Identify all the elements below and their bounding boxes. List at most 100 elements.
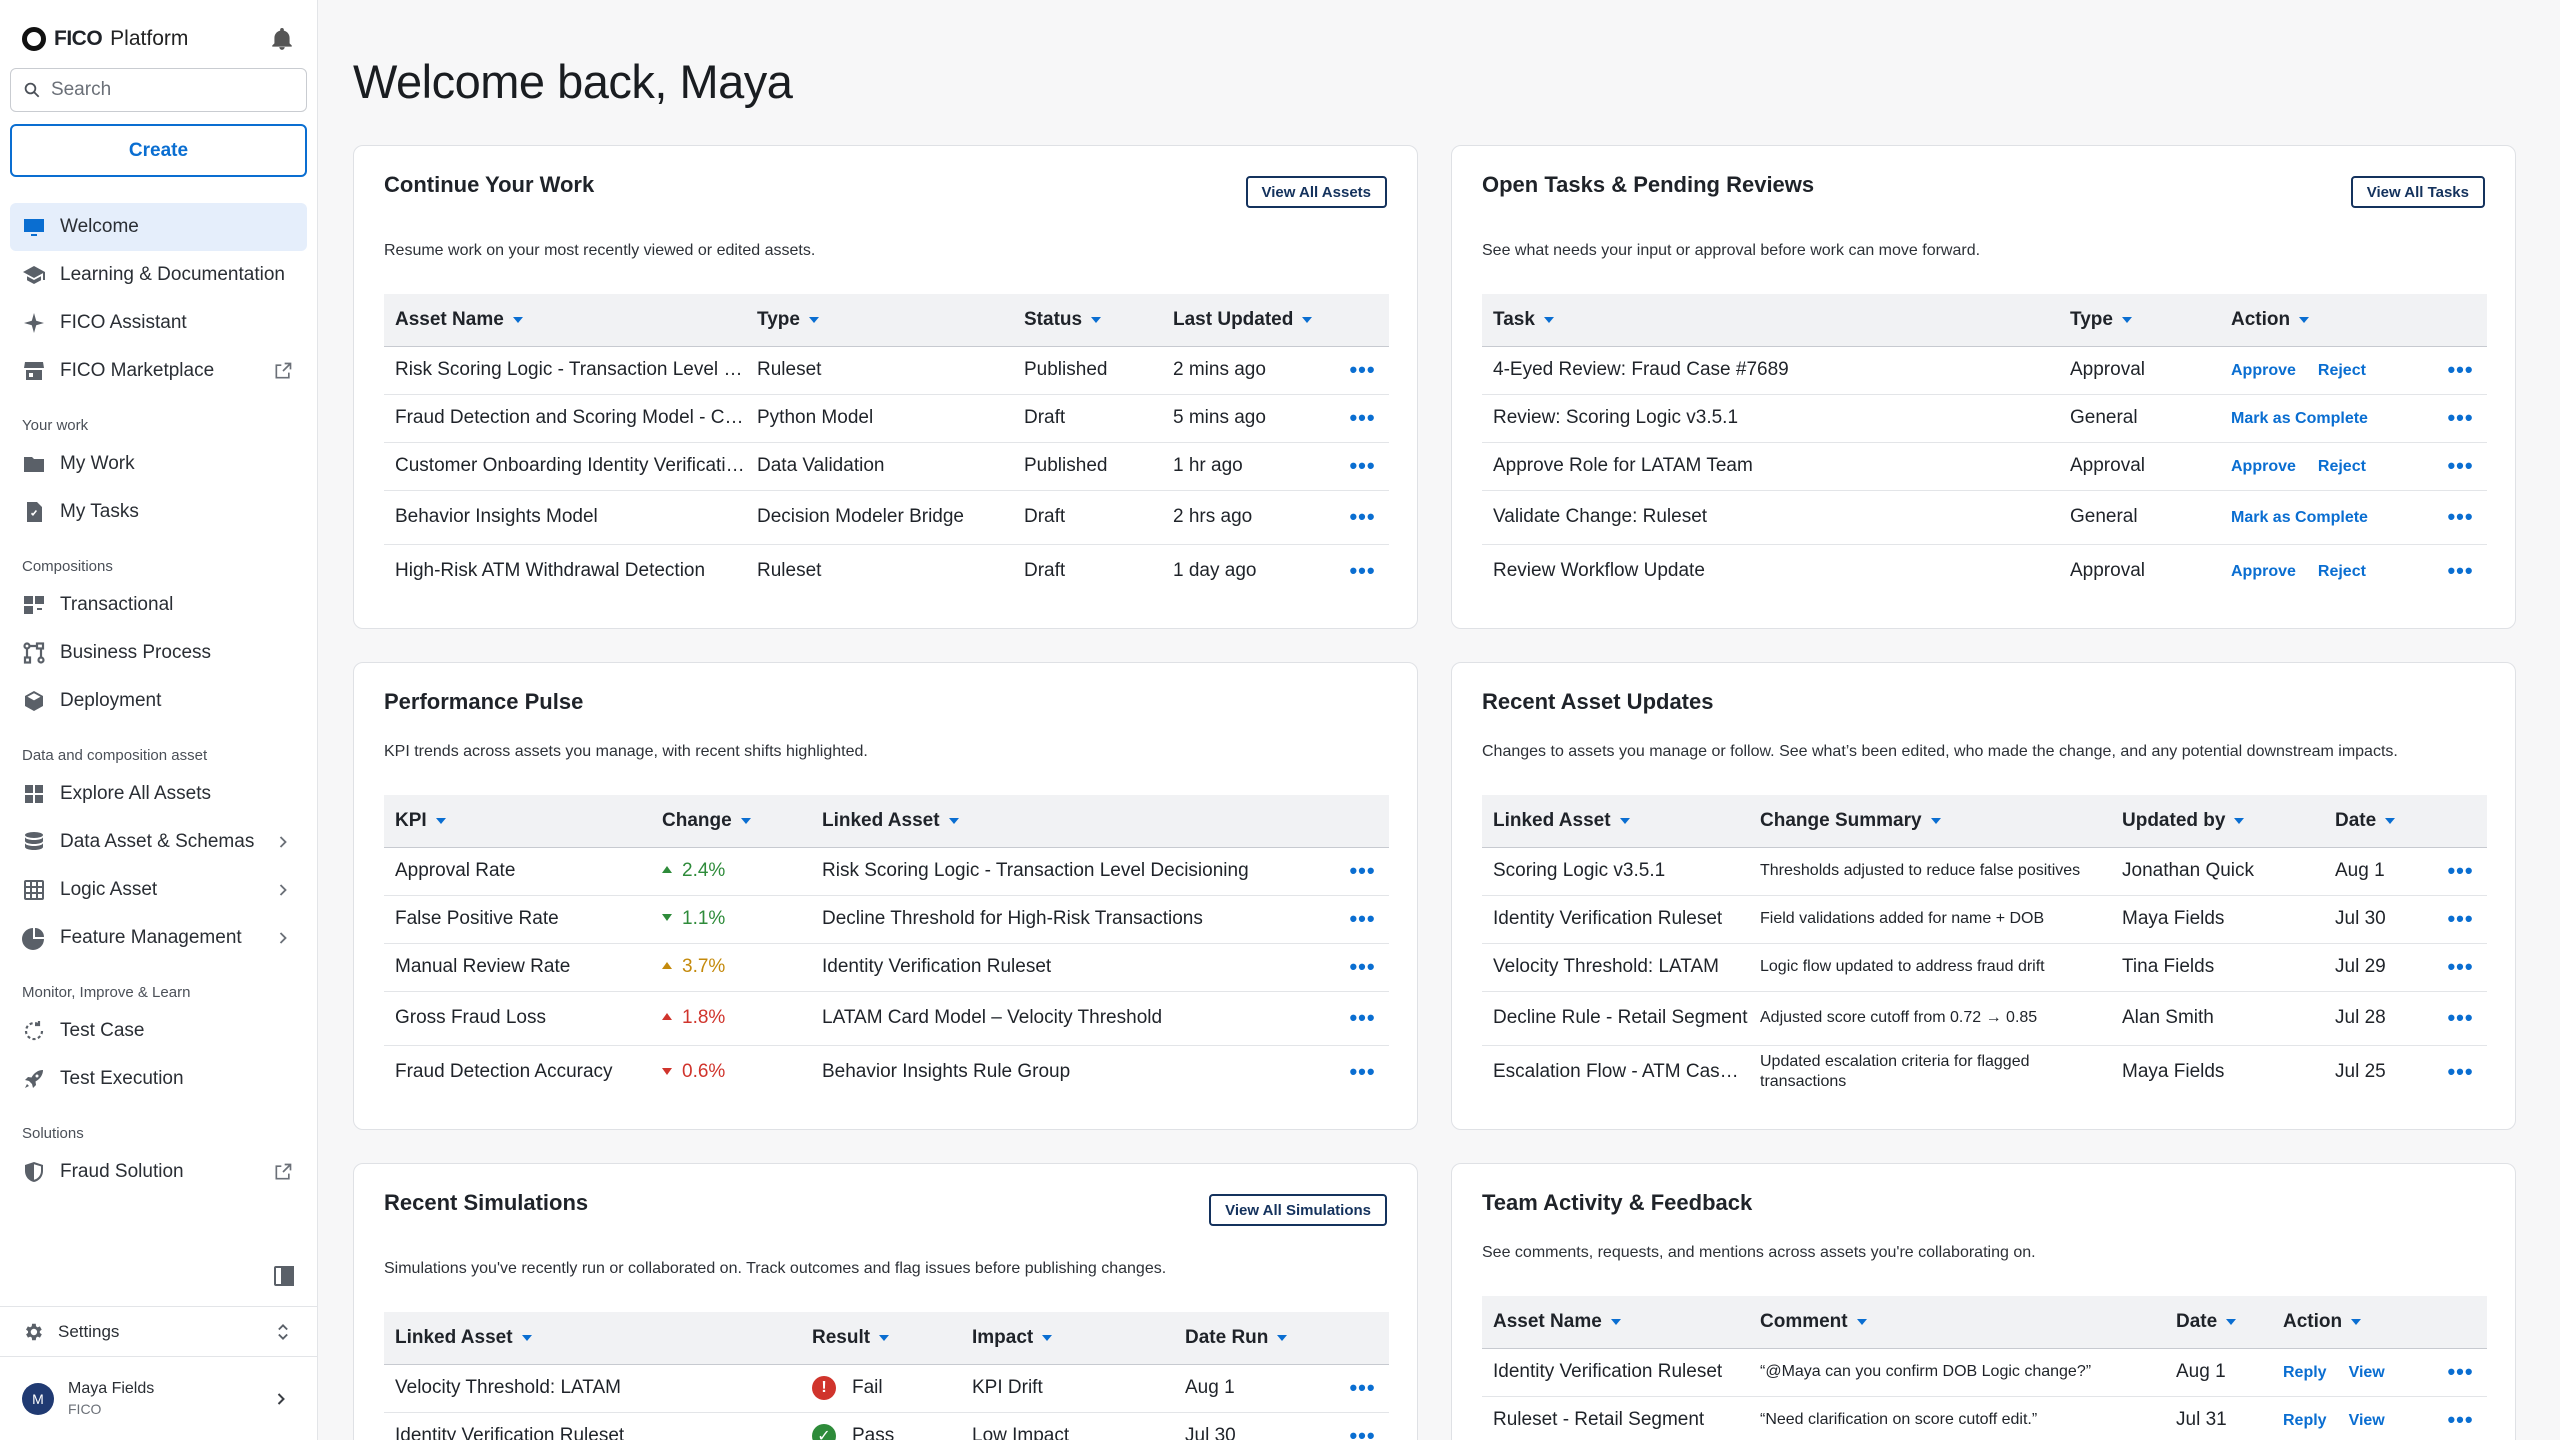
asset-name[interactable]: Fraud Detection and Scoring Model - Card…: [384, 394, 746, 443]
linked-asset[interactable]: Risk Scoring Logic - Transaction Level D…: [811, 847, 1336, 896]
more-actions-icon[interactable]: •••: [2434, 847, 2487, 896]
col-header-linked-asset[interactable]: Linked Asset: [384, 1312, 801, 1365]
linked-asset[interactable]: Behavior Insights Rule Group: [811, 1045, 1336, 1099]
more-actions-icon[interactable]: •••: [2434, 490, 2487, 545]
more-actions-icon[interactable]: •••: [2434, 346, 2487, 395]
sidebar-item-feature-management[interactable]: Feature Management: [10, 914, 307, 962]
linked-asset[interactable]: Identity Verification Ruleset: [384, 1412, 801, 1440]
view-link[interactable]: View: [2349, 1412, 2385, 1429]
linked-asset[interactable]: Identity Verification Ruleset: [811, 943, 1336, 992]
reject-link[interactable]: Reject: [2318, 458, 2366, 475]
col-header-change-summary[interactable]: Change Summary: [1749, 795, 2111, 848]
sidebar-item-my-work[interactable]: My Work: [10, 440, 307, 488]
reply-link[interactable]: Reply: [2283, 1364, 2327, 1381]
more-actions-icon[interactable]: •••: [1336, 895, 1389, 944]
approve-link[interactable]: Approve: [2231, 458, 2296, 475]
sidebar-item-explore-assets[interactable]: Explore All Assets: [10, 770, 307, 818]
bell-icon[interactable]: [269, 26, 295, 52]
sidebar-item-transactional[interactable]: Transactional: [10, 581, 307, 629]
table-row[interactable]: Review: Scoring Logic v3.5.1 General Mark …: [1482, 394, 2487, 443]
more-actions-icon[interactable]: •••: [2434, 1348, 2487, 1397]
sidebar-item-learning[interactable]: Learning & Documentation: [10, 251, 307, 299]
mark-complete-link[interactable]: Mark as Complete: [2231, 410, 2368, 427]
settings-row[interactable]: Settings: [0, 1306, 318, 1356]
linked-asset[interactable]: Identity Verification Ruleset: [1482, 895, 1749, 944]
reject-link[interactable]: Reject: [2318, 563, 2366, 580]
table-row[interactable]: Velocity Threshold: LATAM Logic flow upda…: [1482, 943, 2487, 992]
sidebar-item-deployment[interactable]: Deployment: [10, 677, 307, 725]
col-header-kpi[interactable]: KPI: [384, 795, 651, 848]
user-profile[interactable]: M Maya Fields FICO: [0, 1356, 318, 1440]
create-button[interactable]: Create: [10, 124, 307, 177]
col-header-task[interactable]: Task: [1482, 294, 2059, 347]
col-header-date-run[interactable]: Date Run: [1174, 1312, 1336, 1365]
table-row[interactable]: Identity Verification Ruleset “@Maya can …: [1482, 1348, 2487, 1397]
sidebar-item-assistant[interactable]: FICO Assistant: [10, 299, 307, 347]
view-all-simulations-button[interactable]: View All Simulations: [1209, 1194, 1387, 1226]
more-actions-icon[interactable]: •••: [1336, 544, 1389, 598]
linked-asset[interactable]: Scoring Logic v3.5.1: [1482, 847, 1749, 896]
table-row[interactable]: High-Risk ATM Withdrawal Detection Rulese…: [384, 544, 1389, 598]
more-actions-icon[interactable]: •••: [2434, 442, 2487, 491]
search-input[interactable]: [50, 79, 294, 101]
asset-name[interactable]: Risk Scoring Logic - Transaction Level D…: [384, 346, 746, 395]
col-header-asset-name[interactable]: Asset Name: [384, 294, 746, 347]
col-header-action[interactable]: Action: [2272, 1296, 2434, 1349]
more-actions-icon[interactable]: •••: [1336, 1412, 1389, 1440]
more-actions-icon[interactable]: •••: [2434, 991, 2487, 1046]
more-actions-icon[interactable]: •••: [1336, 490, 1389, 545]
col-header-type[interactable]: Type: [746, 294, 1013, 347]
more-actions-icon[interactable]: •••: [1336, 991, 1389, 1046]
table-row[interactable]: Approval Rate 2.4% Risk Scoring Logic - Tr…: [384, 847, 1389, 896]
sidebar-item-welcome[interactable]: Welcome: [10, 203, 307, 251]
table-row[interactable]: False Positive Rate 1.1% Decline Threshold…: [384, 895, 1389, 944]
table-row[interactable]: Velocity Threshold: LATAM! Fail KPI Drift A…: [384, 1364, 1389, 1413]
more-actions-icon[interactable]: •••: [2434, 394, 2487, 443]
view-all-tasks-button[interactable]: View All Tasks: [2350, 176, 2485, 208]
approve-link[interactable]: Approve: [2231, 563, 2296, 580]
linked-asset[interactable]: Decline Rule - Retail Segment: [1482, 991, 1749, 1046]
sidebar-item-marketplace[interactable]: FICO Marketplace: [10, 347, 307, 395]
asset-name[interactable]: Behavior Insights Model: [384, 490, 746, 545]
table-row[interactable]: Fraud Detection Accuracy 0.6% Behavior Ins…: [384, 1045, 1389, 1099]
col-header-date[interactable]: Date: [2165, 1296, 2272, 1349]
task-name[interactable]: Review: Scoring Logic v3.5.1: [1482, 394, 2059, 443]
table-row[interactable]: Scoring Logic v3.5.1 Thresholds adjusted …: [1482, 847, 2487, 896]
linked-asset[interactable]: Escalation Flow - ATM Cash Withdrawals: [1482, 1045, 1749, 1099]
table-row[interactable]: Customer Onboarding Identity Verificatio…: [384, 442, 1389, 491]
table-row[interactable]: Review Workflow Update Approval Approve Rej…: [1482, 544, 2487, 598]
more-actions-icon[interactable]: •••: [1336, 1045, 1389, 1099]
table-row[interactable]: Validate Change: Ruleset General Mark as C…: [1482, 490, 2487, 545]
task-name[interactable]: Validate Change: Ruleset: [1482, 490, 2059, 545]
sidebar-item-fraud-solution[interactable]: Fraud Solution: [10, 1148, 307, 1196]
col-header-status[interactable]: Status: [1013, 294, 1162, 347]
task-name[interactable]: Approve Role for LATAM Team: [1482, 442, 2059, 491]
col-header-linked-asset[interactable]: Linked Asset: [811, 795, 1336, 848]
view-link[interactable]: View: [2349, 1364, 2385, 1381]
col-header-comment[interactable]: Comment: [1749, 1296, 2165, 1349]
table-row[interactable]: Approve Role for LATAM Team Approval Appro…: [1482, 442, 2487, 491]
more-actions-icon[interactable]: •••: [1336, 394, 1389, 443]
task-name[interactable]: Review Workflow Update: [1482, 544, 2059, 598]
table-row[interactable]: Identity Verification Ruleset Field valid…: [1482, 895, 2487, 944]
asset-name[interactable]: Identity Verification Ruleset: [1482, 1348, 1749, 1397]
col-header-type[interactable]: Type: [2059, 294, 2220, 347]
table-row[interactable]: Behavior Insights Model Decision Modeler …: [384, 490, 1389, 545]
col-header-asset-name[interactable]: Asset Name: [1482, 1296, 1749, 1349]
col-header-last-updated[interactable]: Last Updated: [1162, 294, 1336, 347]
sidebar-item-test-case[interactable]: Test Case: [10, 1007, 307, 1055]
more-actions-icon[interactable]: •••: [2434, 895, 2487, 944]
table-row[interactable]: Identity Verification Ruleset ✓ Pass Low Im…: [384, 1412, 1389, 1440]
search-box[interactable]: [10, 68, 307, 112]
col-header-linked-asset[interactable]: Linked Asset: [1482, 795, 1749, 848]
table-row[interactable]: Risk Scoring Logic - Transaction Level D…: [384, 346, 1389, 395]
fico-logo[interactable]: FICO Platform: [22, 27, 188, 51]
sidebar-item-logic-asset[interactable]: Logic Asset: [10, 866, 307, 914]
collapse-sidebar-icon[interactable]: [272, 1264, 296, 1288]
sidebar-item-data-schemas[interactable]: Data Asset & Schemas: [10, 818, 307, 866]
more-actions-icon[interactable]: •••: [2434, 943, 2487, 992]
more-actions-icon[interactable]: •••: [2434, 1045, 2487, 1099]
more-actions-icon[interactable]: •••: [1336, 346, 1389, 395]
asset-name[interactable]: Customer Onboarding Identity Verificatio…: [384, 442, 746, 491]
asset-name[interactable]: High-Risk ATM Withdrawal Detection: [384, 544, 746, 598]
